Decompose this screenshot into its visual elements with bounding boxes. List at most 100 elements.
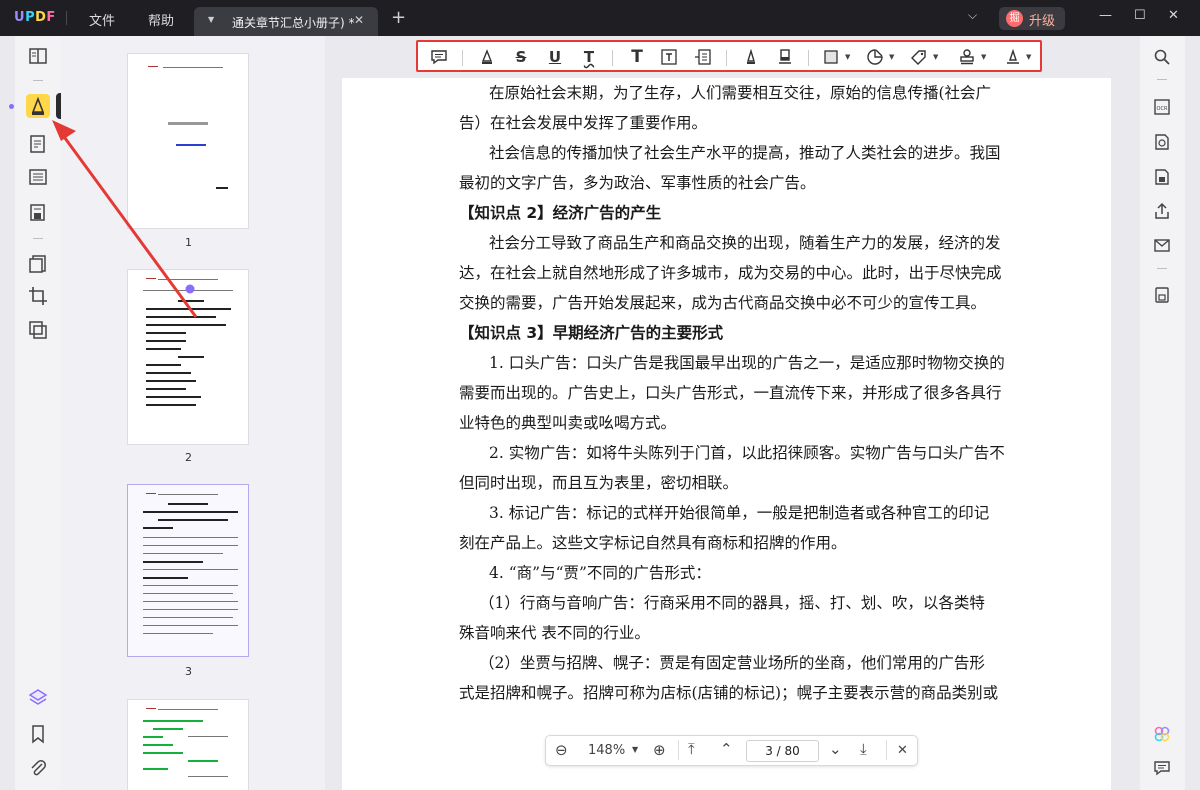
upgrade-button[interactable]: 掘 升级 [999, 7, 1065, 30]
tab-dropdown-icon[interactable]: ▼ [208, 15, 214, 24]
close-window-icon[interactable]: ✕ [1168, 8, 1179, 23]
convert-icon[interactable] [28, 320, 48, 340]
zoom-dropdown-icon[interactable]: ▼ [632, 745, 638, 754]
organize-icon[interactable] [28, 202, 48, 222]
underline-icon[interactable]: U [544, 46, 566, 68]
active-indicator [9, 104, 14, 109]
tab-title: 通关章节汇总小册子) [232, 16, 345, 30]
convert-pdf-icon[interactable] [1153, 133, 1171, 151]
paragraph: （2）坐贾与招牌、幌子：贾是有固定营业场所的坐商，他们常用的广告形 [479, 654, 985, 672]
page-nav-bar: ⊖ 148% ▼ ⊕ ⤒ ⌃ 3 / 80 ⌄ ⤓ ✕ [545, 735, 918, 766]
document-viewer[interactable]: 在原始社会末期，为了生存，人们需要相互交往，原始的信息传播(社会广 告）在社会发… [325, 36, 1140, 790]
paragraph: （1）行商与音响广告：行商采用不同的器具，摇、打、划、吹，以各类特 [479, 594, 985, 612]
chevron-down-icon[interactable]: ▼ [933, 53, 938, 61]
page-tools-icon[interactable] [28, 254, 48, 274]
chevron-down-icon[interactable]: ▼ [889, 53, 894, 61]
divider [612, 50, 613, 66]
paragraph: 告）在社会发展中发挥了重要作用。 [459, 114, 708, 132]
divider [1157, 268, 1167, 269]
zoom-in-icon[interactable]: ⊕ [653, 741, 666, 759]
tag-icon[interactable] [908, 46, 930, 68]
zoom-out-icon[interactable]: ⊖ [555, 741, 568, 759]
ocr-icon[interactable]: OCR [1153, 98, 1171, 116]
zoom-level[interactable]: 148% [588, 743, 625, 758]
paragraph: 式是招牌和幌子。招牌可称为店标(店铺的标记)；幌子主要表示营的商品类别或 [459, 684, 999, 702]
pencil-icon[interactable] [740, 46, 762, 68]
attachment-icon[interactable] [28, 758, 48, 778]
divider [33, 80, 43, 81]
chevron-down-icon[interactable]: ▼ [981, 53, 986, 61]
strikethrough-icon[interactable]: S [510, 46, 532, 68]
total-pages: 80 [784, 744, 800, 758]
email-icon[interactable] [1153, 236, 1171, 254]
page-thumbnail[interactable] [127, 269, 249, 445]
text-icon[interactable]: T [626, 46, 648, 68]
paragraph: 但同时出现，而且互为表里，密切相联。 [459, 474, 739, 492]
layers-icon[interactable] [28, 688, 48, 708]
thumbnail-panel: 1 2 3 [61, 36, 325, 790]
tab-close-icon[interactable]: ✕ [354, 13, 364, 27]
minimize-icon[interactable]: — [1099, 8, 1112, 23]
divider [678, 740, 679, 760]
page-thumbnail-selected[interactable] [127, 484, 249, 657]
form-icon[interactable] [28, 167, 48, 187]
paragraph: 在原始社会末期，为了生存，人们需要相互交往，原始的信息传播(社会广 [489, 84, 992, 102]
menu-file[interactable]: 文件 [89, 10, 115, 29]
paragraph: 交换的需要，广告开始发展起来，成为古代商品交换中必不可少的宣传工具。 [459, 294, 987, 312]
previous-page-icon[interactable]: ⌃ [720, 740, 733, 758]
divider [66, 11, 67, 25]
reader-icon[interactable] [28, 46, 48, 66]
chat-icon[interactable] [1153, 759, 1171, 777]
page-number-label: 1 [185, 236, 192, 249]
bookmark-icon[interactable] [28, 724, 48, 744]
text-callout-icon[interactable] [692, 46, 714, 68]
save-icon[interactable] [1153, 286, 1171, 304]
protect-icon[interactable] [1153, 168, 1171, 186]
close-nav-icon[interactable]: ✕ [897, 743, 908, 758]
page-thumbnail[interactable] [127, 699, 249, 790]
sticker-icon[interactable] [864, 46, 886, 68]
menu-help[interactable]: 帮助 [148, 10, 174, 29]
page-number-input[interactable]: 3 / 80 [746, 740, 819, 762]
eraser-icon[interactable] [774, 46, 796, 68]
upgrade-label: 升级 [1029, 14, 1056, 29]
page-thumbnail[interactable] [127, 53, 249, 229]
chevron-down-icon[interactable]: ▼ [1026, 53, 1031, 61]
stamp-icon[interactable] [956, 46, 978, 68]
last-page-icon[interactable]: ⤓ [860, 740, 867, 758]
shape-icon[interactable] [820, 46, 842, 68]
first-page-icon[interactable]: ⤒ [688, 740, 695, 758]
paragraph: 达，在社会上就自然地形成了许多城市，成为交易的中心。此时，出于尽快完成 [459, 264, 1002, 282]
new-tab-icon[interactable]: + [391, 7, 406, 28]
ai-icon[interactable] [1153, 725, 1171, 743]
search-icon[interactable] [1153, 48, 1171, 66]
comment-highlight-icon[interactable] [26, 94, 50, 118]
pdf-page[interactable]: 在原始社会末期，为了生存，人们需要相互交往，原始的信息传播(社会广 告）在社会发… [342, 78, 1111, 790]
document-tab[interactable]: ▼ 通关章节汇总小册子) * ✕ [194, 7, 378, 36]
edit-icon[interactable] [28, 134, 48, 154]
signature-icon[interactable] [1002, 46, 1024, 68]
next-page-icon[interactable]: ⌄ [829, 740, 842, 758]
paragraph: 4. “商”与“贾”不同的广告形式： [489, 564, 711, 582]
crop-icon[interactable] [28, 286, 48, 306]
paragraph: 3. 标记广告：标记的式样开始很简单，一般是把制造者或各种官工的印记 [489, 504, 990, 522]
page-number-label: 2 [185, 451, 192, 464]
paragraph: 1. 口头广告：口头广告是我国最早出现的广告之一，是适应那时物物交换的 [489, 354, 1005, 372]
page-separator: / [776, 744, 781, 758]
squiggly-icon[interactable]: T [578, 46, 600, 68]
chevron-down-icon[interactable]: ▼ [845, 53, 850, 61]
comment-icon[interactable] [428, 46, 450, 68]
svg-text:OCR: OCR [1157, 106, 1168, 112]
left-tool-rail [9, 36, 61, 790]
paragraph: 需要而出现的。广告史上，口头广告形式，一直流传下来，并形成了很多各具行 [459, 384, 1002, 402]
divider [808, 50, 809, 66]
textbox-icon[interactable] [658, 46, 680, 68]
title-bar: UPDF 文件 帮助 ▼ 通关章节汇总小册子) * ✕ + ⌵ 掘 升级 — ☐… [0, 0, 1200, 36]
paragraph: 业特色的典型叫卖或吆喝方式。 [459, 414, 677, 432]
highlight-pen-icon[interactable] [476, 46, 498, 68]
right-tool-rail: OCR [1140, 36, 1185, 790]
chevron-down-icon[interactable]: ⌵ [968, 8, 977, 23]
share-icon[interactable] [1153, 202, 1171, 220]
maximize-icon[interactable]: ☐ [1134, 8, 1146, 23]
paragraph: 最初的文字广告，多为政治、军事性质的社会广告。 [459, 174, 816, 192]
